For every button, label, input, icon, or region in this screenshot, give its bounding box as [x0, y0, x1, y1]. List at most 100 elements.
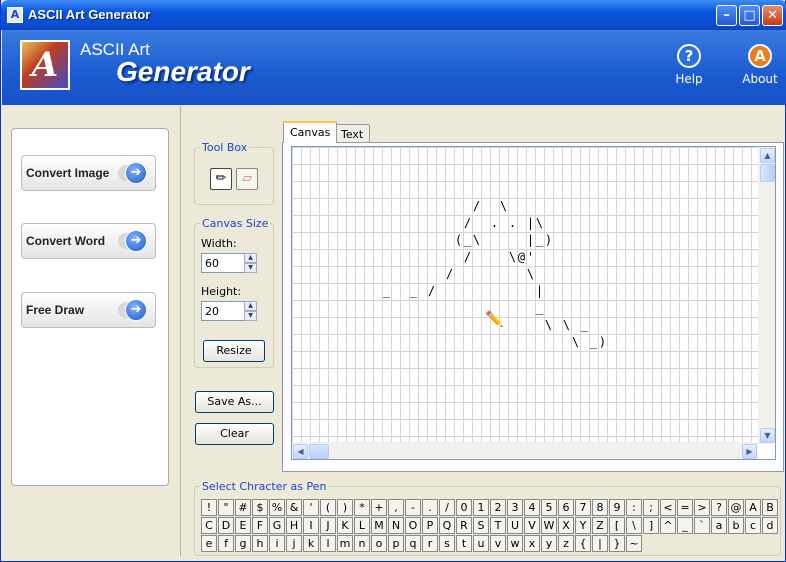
pen-char-key[interactable]: n — [354, 535, 370, 552]
canvas-char-cell[interactable]: . — [508, 215, 517, 232]
pen-char-key[interactable]: j — [286, 535, 302, 552]
pen-char-key[interactable]: = — [677, 499, 693, 516]
canvas-char-cell[interactable]: ' — [526, 249, 535, 266]
help-button[interactable]: ? Help — [659, 42, 719, 98]
pen-char-key[interactable]: ] — [643, 517, 659, 534]
pen-char-key[interactable]: ! — [201, 499, 217, 516]
pen-char-key[interactable]: ' — [303, 499, 319, 516]
canvas-char-cell[interactable]: _ — [382, 283, 391, 300]
canvas-char-cell[interactable]: ) — [598, 334, 607, 351]
canvas-char-cell[interactable]: \ — [535, 215, 544, 232]
canvas-char-cell[interactable]: _ — [535, 232, 544, 249]
about-button[interactable]: A About — [730, 42, 786, 98]
canvas-char-cell[interactable]: | — [526, 232, 535, 249]
canvas-char-cell[interactable]: ( — [454, 232, 463, 249]
pen-char-key[interactable]: F — [252, 517, 268, 534]
free-draw-button[interactable]: Free Draw ➔ — [21, 292, 156, 328]
width-stepper[interactable]: 60 ▲ ▼ — [201, 253, 257, 273]
canvas-char-cell[interactable]: _ — [589, 334, 598, 351]
canvas-char-cell[interactable]: / — [445, 266, 454, 283]
scroll-up-icon[interactable]: ▲ — [760, 148, 775, 163]
pen-char-key[interactable]: C — [201, 517, 217, 534]
pen-char-key[interactable]: Z — [592, 517, 608, 534]
pen-char-key[interactable]: i — [269, 535, 285, 552]
pen-char-key[interactable]: * — [354, 499, 370, 516]
pen-char-key[interactable]: - — [405, 499, 421, 516]
resize-button[interactable]: Resize — [203, 340, 265, 362]
pen-char-key[interactable]: y — [541, 535, 557, 552]
pen-char-key[interactable]: x — [524, 535, 540, 552]
pen-char-key[interactable]: G — [269, 517, 285, 534]
pen-char-key[interactable]: ^ — [660, 517, 676, 534]
eraser-icon[interactable]: ▱ — [236, 168, 258, 190]
pen-char-key[interactable]: ~ — [626, 535, 642, 552]
pen-char-key[interactable]: R — [456, 517, 472, 534]
scroll-down-icon[interactable]: ▼ — [760, 428, 775, 443]
pen-char-key[interactable]: I — [303, 517, 319, 534]
pen-char-key[interactable]: B — [762, 499, 778, 516]
pen-char-key[interactable]: J — [320, 517, 336, 534]
horizontal-scrollbar[interactable]: ◀ ▶ — [292, 442, 758, 459]
save-as-button[interactable]: Save As... — [195, 391, 274, 413]
pen-char-key[interactable]: f — [218, 535, 234, 552]
width-down-icon[interactable]: ▼ — [244, 263, 257, 273]
canvas-char-cell[interactable]: \ — [526, 266, 535, 283]
pen-char-key[interactable]: P — [422, 517, 438, 534]
pen-char-key[interactable]: X — [558, 517, 574, 534]
pen-char-key[interactable]: 4 — [524, 499, 540, 516]
canvas-grid[interactable]: / \ /.. | \(_ \ | _) / \ @ ' / \ _ _ / | _ \ \ _ \ _) — [292, 147, 758, 444]
horizontal-scroll-thumb[interactable] — [309, 444, 329, 459]
pen-char-key[interactable]: " — [218, 499, 234, 516]
pen-char-key[interactable]: # — [235, 499, 251, 516]
pen-char-key[interactable]: K — [337, 517, 353, 534]
pen-char-key[interactable]: Y — [575, 517, 591, 534]
pen-char-key[interactable]: @ — [728, 499, 744, 516]
minimize-button[interactable]: – — [716, 5, 737, 26]
pen-char-key[interactable]: U — [507, 517, 523, 534]
pen-char-key[interactable]: : — [626, 499, 642, 516]
drawing-canvas[interactable]: / \ /.. | \(_ \ | _) / \ @ ' / \ _ _ / | _ \ \ _ \ _) ✏️ ▲ ▼ ◀ … — [291, 146, 776, 460]
canvas-char-cell[interactable]: \ — [562, 317, 571, 334]
pen-char-key[interactable]: 2 — [490, 499, 506, 516]
pen-char-key[interactable]: S — [473, 517, 489, 534]
canvas-char-cell[interactable]: / — [472, 198, 481, 215]
pen-char-key[interactable]: , — [388, 499, 404, 516]
vertical-scrollbar[interactable]: ▲ ▼ — [758, 147, 775, 444]
canvas-char-cell[interactable]: | — [535, 283, 544, 300]
height-stepper[interactable]: 20 ▲ ▼ — [201, 301, 257, 321]
canvas-char-cell[interactable]: / — [427, 283, 436, 300]
pen-char-key[interactable]: q — [405, 535, 421, 552]
convert-image-button[interactable]: Convert Image ➔ — [21, 155, 156, 191]
canvas-char-cell[interactable]: | — [526, 215, 535, 232]
pen-char-key[interactable]: N — [388, 517, 404, 534]
pen-char-key[interactable]: . — [422, 499, 438, 516]
pen-char-key[interactable]: l — [320, 535, 336, 552]
pen-char-key[interactable]: ) — [337, 499, 353, 516]
pen-char-key[interactable]: & — [286, 499, 302, 516]
tab-text[interactable]: Text — [334, 124, 371, 144]
canvas-char-cell[interactable]: _ — [580, 317, 589, 334]
title-bar[interactable]: A ASCII Art Generator – □ ✕ — [1, 0, 786, 30]
pen-char-key[interactable]: { — [575, 535, 591, 552]
pen-char-key[interactable]: / — [439, 499, 455, 516]
pen-char-key[interactable]: Q — [439, 517, 455, 534]
pen-char-key[interactable]: p — [388, 535, 404, 552]
pen-char-key[interactable]: V — [524, 517, 540, 534]
pen-char-key[interactable]: O — [405, 517, 421, 534]
pen-char-key[interactable]: 7 — [575, 499, 591, 516]
height-up-icon[interactable]: ▲ — [244, 301, 257, 311]
canvas-char-cell[interactable]: \ — [472, 232, 481, 249]
pen-char-key[interactable]: % — [269, 499, 285, 516]
pen-char-key[interactable]: m — [337, 535, 353, 552]
pen-char-key[interactable]: z — [558, 535, 574, 552]
canvas-char-cell[interactable]: . — [490, 215, 499, 232]
canvas-char-cell[interactable]: \ — [499, 198, 508, 215]
canvas-char-cell[interactable]: _ — [463, 232, 472, 249]
close-button[interactable]: ✕ — [762, 5, 783, 26]
pen-char-key[interactable]: + — [371, 499, 387, 516]
canvas-char-cell[interactable]: _ — [409, 283, 418, 300]
pen-char-key[interactable]: b — [728, 517, 744, 534]
clear-button[interactable]: Clear — [195, 423, 274, 445]
canvas-char-cell[interactable]: _ — [535, 300, 544, 317]
pen-char-key[interactable]: r — [422, 535, 438, 552]
